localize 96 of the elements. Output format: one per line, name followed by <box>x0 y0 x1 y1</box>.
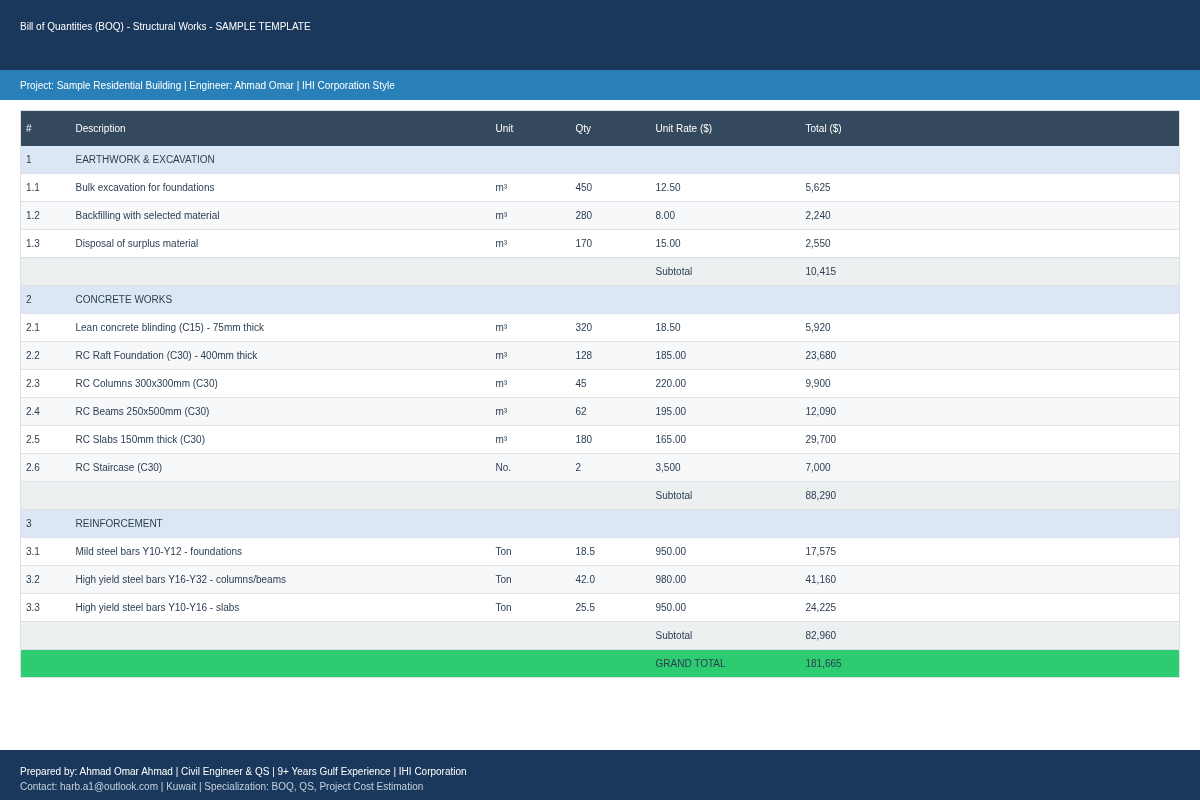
section-number: 3 <box>20 509 71 538</box>
table-cell: 320 <box>570 313 651 342</box>
subtotal-value: 82,960 <box>800 621 1180 650</box>
column-header: # <box>20 110 71 146</box>
table-cell: 8.00 <box>650 201 801 230</box>
table-cell: RC Beams 250x500mm (C30) <box>70 397 491 426</box>
table-cell: 2,240 <box>800 201 1180 230</box>
table-cell: 950.00 <box>650 537 801 566</box>
subtotal-label: Subtotal <box>650 481 801 510</box>
subtotal-label: Subtotal <box>650 257 801 286</box>
section-title: REINFORCEMENT <box>70 509 491 538</box>
table-cell: 2 <box>570 453 651 482</box>
table-cell: 15.00 <box>650 229 801 258</box>
table-cell: 450 <box>570 173 651 202</box>
table-cell: Mild steel bars Y10-Y12 - foundations <box>70 537 491 566</box>
table-cell: 2.6 <box>20 453 71 482</box>
table-cell: Lean concrete blinding (C15) - 75mm thick <box>70 313 491 342</box>
table-cell: 1.3 <box>20 229 71 258</box>
table-cell: 980.00 <box>650 565 801 594</box>
table-cell: m³ <box>490 397 571 426</box>
table-cell: m³ <box>490 229 571 258</box>
column-header: Unit <box>490 110 571 146</box>
table-cell: RC Raft Foundation (C30) - 400mm thick <box>70 341 491 370</box>
table-cell: 42.0 <box>570 565 651 594</box>
table-cell: m³ <box>490 425 571 454</box>
table-cell: 7,000 <box>800 453 1180 482</box>
table-cell: Ton <box>490 537 571 566</box>
table-cell: 5,625 <box>800 173 1180 202</box>
table-cell: RC Columns 300x300mm (C30) <box>70 369 491 398</box>
table-cell: 23,680 <box>800 341 1180 370</box>
table-cell: 220.00 <box>650 369 801 398</box>
table-cell: Backfilling with selected material <box>70 201 491 230</box>
table-cell: RC Staircase (C30) <box>70 453 491 482</box>
table-cell: 62 <box>570 397 651 426</box>
table-cell: Bulk excavation for foundations <box>70 173 491 202</box>
table-cell: 2.4 <box>20 397 71 426</box>
subtotal-value: 88,290 <box>800 481 1180 510</box>
table-cell: 29,700 <box>800 425 1180 454</box>
table-cell: 1.2 <box>20 201 71 230</box>
table-cell: 2.3 <box>20 369 71 398</box>
project-info: Project: Sample Residential Building | Engineer: Ahmad Omar | IHI Corporation Style <box>20 78 395 93</box>
table-cell: m³ <box>490 341 571 370</box>
grand-total-label: GRAND TOTAL <box>650 649 801 678</box>
table-cell: m³ <box>490 173 571 202</box>
table-cell: Ton <box>490 565 571 594</box>
column-header: Qty <box>570 110 651 146</box>
table-cell: 950.00 <box>650 593 801 622</box>
table-cell: 280 <box>570 201 651 230</box>
table-cell: 2,550 <box>800 229 1180 258</box>
footer-credits: Prepared by: Ahmad Omar Ahmad | Civil Engineer & QS | 9+ Years Gulf Experience | IHI Corporation <box>20 765 468 779</box>
column-header: Total ($) <box>800 110 1180 146</box>
table-cell: RC Slabs 150mm thick (C30) <box>70 425 491 454</box>
table-cell: 3.3 <box>20 593 71 622</box>
table-cell: 180 <box>570 425 651 454</box>
table-cell: 25.5 <box>570 593 651 622</box>
section-number: 1 <box>20 145 71 174</box>
table-cell: 9,900 <box>800 369 1180 398</box>
table-cell: 24,225 <box>800 593 1180 622</box>
table-cell: High yield steel bars Y16-Y32 - columns/beams <box>70 565 491 594</box>
table-cell: No. <box>490 453 571 482</box>
section-title: EARTHWORK & EXCAVATION <box>70 145 491 174</box>
table-cell: 170 <box>570 229 651 258</box>
table-cell: High yield steel bars Y10-Y16 - slabs <box>70 593 491 622</box>
table-cell: Ton <box>490 593 571 622</box>
table-cell: 45 <box>570 369 651 398</box>
table-cell: 195.00 <box>650 397 801 426</box>
table-cell: m³ <box>490 369 571 398</box>
table-cell: 17,575 <box>800 537 1180 566</box>
table-cell: 2.2 <box>20 341 71 370</box>
table-cell: 12,090 <box>800 397 1180 426</box>
table-cell: 1.1 <box>20 173 71 202</box>
table-cell: 2.1 <box>20 313 71 342</box>
grand-total-value: 181,665 <box>800 649 1180 678</box>
column-header: Unit Rate ($) <box>650 110 801 146</box>
section-number: 2 <box>20 285 71 314</box>
table-cell: m³ <box>490 313 571 342</box>
footer-contact: Contact: harb.a1@outlook.com | Kuwait | Specialization: BOQ, QS, Project Cost Estimation <box>20 780 425 794</box>
table-cell: 12.50 <box>650 173 801 202</box>
table-cell: 165.00 <box>650 425 801 454</box>
table-cell: 128 <box>570 341 651 370</box>
section-title: CONCRETE WORKS <box>70 285 491 314</box>
subtotal-label: Subtotal <box>650 621 801 650</box>
table-cell: m³ <box>490 201 571 230</box>
subtotal-value: 10,415 <box>800 257 1180 286</box>
table-cell: 3.1 <box>20 537 71 566</box>
table-cell: 2.5 <box>20 425 71 454</box>
table-cell: 18.5 <box>570 537 651 566</box>
table-cell: Disposal of surplus material <box>70 229 491 258</box>
column-header: Description <box>70 110 491 146</box>
page-title: Bill of Quantities (BOQ) - Structural Works - SAMPLE TEMPLATE <box>20 21 311 32</box>
table-cell: 5,920 <box>800 313 1180 342</box>
table-cell: 3,500 <box>650 453 801 482</box>
table-cell: 3.2 <box>20 565 71 594</box>
table-cell: 185.00 <box>650 341 801 370</box>
table-cell: 41,160 <box>800 565 1180 594</box>
table-cell: 18.50 <box>650 313 801 342</box>
